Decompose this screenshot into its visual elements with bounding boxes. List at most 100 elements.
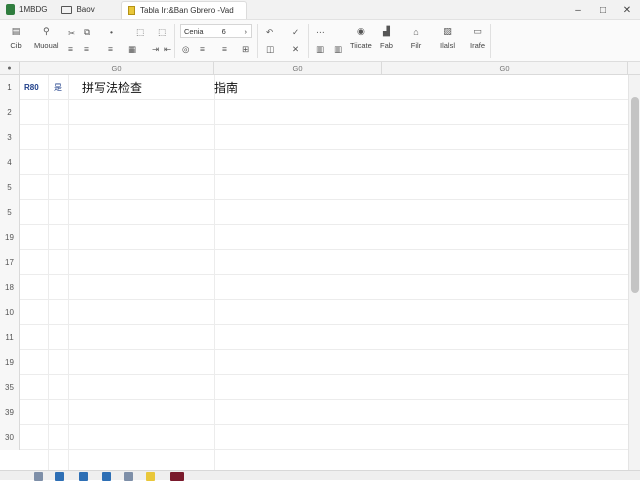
column-header-g0[interactable]: G0 xyxy=(382,62,628,75)
undo-icon[interactable]: ↶ xyxy=(266,27,273,38)
table-row: 11 xyxy=(0,325,628,350)
scrollbar-thumb[interactable] xyxy=(631,97,639,293)
table-row: 30 xyxy=(0,425,628,450)
page-icon: ▭ xyxy=(473,26,482,36)
table-row: 5 xyxy=(0,200,628,225)
filter-label: Filr xyxy=(410,41,422,50)
font-name: Cenia xyxy=(184,26,204,36)
align-left-icon[interactable]: ≡ xyxy=(68,44,73,54)
toolbar-separator xyxy=(257,24,258,58)
table-row: 2 xyxy=(0,100,628,125)
italic-icon[interactable]: ≡ xyxy=(200,44,205,54)
row-number[interactable]: 5 xyxy=(0,200,20,225)
table-row: 19 xyxy=(0,350,628,375)
fab-button[interactable]: ▟ Fab xyxy=(380,26,393,50)
wrap-icon[interactable]: ⬚ xyxy=(158,27,166,38)
row-number[interactable]: 39 xyxy=(0,400,20,425)
check-icon[interactable]: ✓ xyxy=(292,27,299,38)
bold-icon[interactable]: ◎ xyxy=(182,44,189,55)
app-name: 1MBDG xyxy=(19,5,48,14)
table-row: 17 xyxy=(0,250,628,275)
more-label: Irafe xyxy=(470,41,486,50)
indent-icon[interactable]: ⇥ xyxy=(152,44,159,55)
row-number[interactable]: 19 xyxy=(0,350,20,375)
percent-icon[interactable]: ▥ xyxy=(316,44,324,55)
cell-c1[interactable]: 拼写法检查 xyxy=(82,75,142,100)
row-number[interactable]: 3 xyxy=(0,125,20,150)
column-header-g0[interactable]: G0 xyxy=(20,62,214,75)
cell-a1[interactable]: R80 xyxy=(24,75,39,100)
toolbar-separator xyxy=(490,24,491,58)
copy-icon[interactable]: ⧉ xyxy=(84,27,90,38)
row-number[interactable]: 5 xyxy=(0,175,20,200)
row-number[interactable]: 11 xyxy=(0,325,20,350)
more-button[interactable]: ▭ Irafe xyxy=(470,26,485,50)
install-button[interactable]: ▨ Ilalsl xyxy=(440,26,455,50)
row-number[interactable]: 35 xyxy=(0,375,20,400)
cell-b1[interactable]: 是 xyxy=(54,75,62,100)
table-row: 39 xyxy=(0,400,628,425)
dot-icon[interactable]: • xyxy=(110,27,113,37)
merge-icon[interactable]: ⬚ xyxy=(136,27,144,38)
underline-icon[interactable]: ≡ xyxy=(222,44,227,54)
chevron-right-icon: › xyxy=(244,26,248,36)
minimize-icon[interactable]: – xyxy=(571,3,585,17)
column-header: ● G0 G0 G0 xyxy=(0,62,640,75)
spreadsheet-grid: 1 R80 是 拼写法检查 指南 2 3 4 5 5 19 17 18 10 1… xyxy=(0,75,628,470)
table-row: 1 R80 是 拼写法检查 指南 xyxy=(0,75,628,100)
tab-document[interactable]: Tabla Ir:&Ban Gbrero -Vad xyxy=(121,1,247,19)
fill-icon[interactable]: ◫ xyxy=(266,44,274,55)
fab-label: Fab xyxy=(380,41,393,50)
sheet-tab-bar xyxy=(0,470,640,481)
align-right-icon[interactable]: ≡ xyxy=(108,44,113,54)
row-number[interactable]: 2 xyxy=(0,100,20,125)
outdent-icon[interactable]: ⇤ xyxy=(164,44,171,55)
install-label: Ilalsl xyxy=(440,41,456,50)
table-row: 10 xyxy=(0,300,628,325)
toolbar-separator xyxy=(308,24,309,58)
row-number[interactable]: 30 xyxy=(0,425,20,450)
table-row: 18 xyxy=(0,275,628,300)
chart-icon: ▟ xyxy=(383,26,390,36)
clipboard-icon: ▤ xyxy=(11,26,21,36)
number-format-icon[interactable]: ⋯ xyxy=(316,27,325,38)
restore-icon[interactable]: □ xyxy=(596,3,610,17)
tab-home-label: Baov xyxy=(76,5,95,14)
filter-button[interactable]: ⌂ Filr xyxy=(410,26,422,51)
app-logo-icon xyxy=(6,4,15,15)
cut-icon[interactable]: ✂ xyxy=(68,28,75,39)
strike-icon[interactable]: ✕ xyxy=(292,44,299,55)
row-number[interactable]: 19 xyxy=(0,225,20,250)
font-selector[interactable]: Cenia 6 › xyxy=(180,24,252,38)
vertical-scrollbar[interactable] xyxy=(628,75,640,470)
border-icon[interactable]: ⊞ xyxy=(242,44,249,55)
row-number[interactable]: 18 xyxy=(0,275,20,300)
translate-button[interactable]: ◉ Tiicate xyxy=(350,26,372,50)
table-icon[interactable]: ▦ xyxy=(128,44,136,55)
clipboard-button[interactable]: ▤ Cib xyxy=(10,26,22,50)
table-row: 19 xyxy=(0,225,628,250)
table-row: 35 xyxy=(0,375,628,400)
align-center-icon[interactable]: ≡ xyxy=(84,44,89,54)
row-number[interactable]: 4 xyxy=(0,150,20,175)
table-row: 4 xyxy=(0,150,628,175)
table-row: 3 xyxy=(0,125,628,150)
cell-d1[interactable]: 指南 xyxy=(214,75,238,100)
row-number[interactable]: 17 xyxy=(0,250,20,275)
format-painter-icon: ⚲ xyxy=(43,26,50,36)
tab-document-label: Tabla Ir:&Ban Gbrero -Vad xyxy=(140,6,234,15)
clipboard-label: Cib xyxy=(10,41,22,50)
translate-label: Tiicate xyxy=(350,41,372,50)
toolbar-separator xyxy=(174,24,175,58)
column-header-g0[interactable]: G0 xyxy=(214,62,382,75)
select-all-corner[interactable]: ● xyxy=(0,62,20,75)
decimal-icon[interactable]: ▥ xyxy=(334,44,342,55)
font-size: 6 xyxy=(221,26,226,36)
globe-icon: ◉ xyxy=(356,26,365,36)
close-icon[interactable]: ✕ xyxy=(620,3,634,17)
tab-home[interactable]: Baov xyxy=(61,5,95,14)
manual-button[interactable]: ⚲ Muoual xyxy=(34,26,59,50)
document-icon xyxy=(128,6,135,15)
row-number[interactable]: 10 xyxy=(0,300,20,325)
row-number[interactable]: 1 xyxy=(0,75,20,100)
